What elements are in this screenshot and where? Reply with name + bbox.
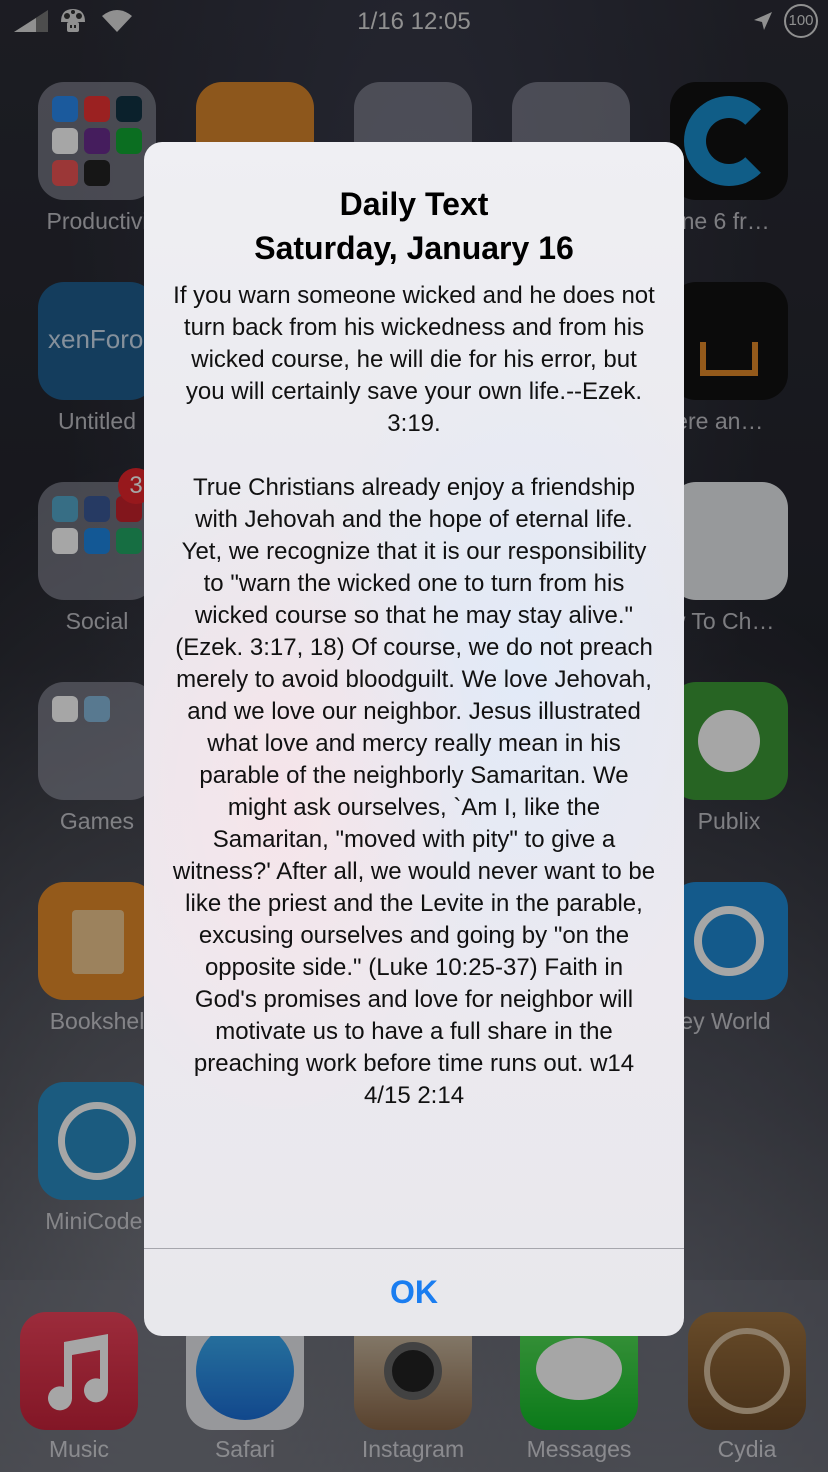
alert-title: Daily Text Saturday, January 16 [144, 182, 684, 270]
alert-message: If you warn someone wicked and he does n… [172, 282, 656, 1109]
daily-text-alert: Daily Text Saturday, January 16 If you w… [144, 142, 684, 1336]
ok-button[interactable]: OK [144, 1249, 684, 1336]
alert-title-text: Daily Text [339, 186, 489, 222]
alert-subtitle-text: Saturday, January 16 [254, 230, 574, 266]
